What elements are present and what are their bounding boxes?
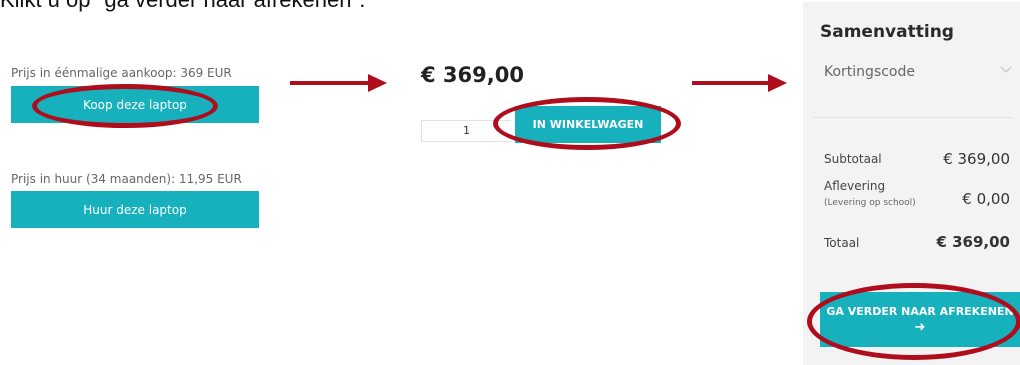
subtotal-label: Subtotaal <box>824 152 882 166</box>
add-to-cart-button[interactable]: IN WINKELWAGEN <box>515 106 661 143</box>
product-price: € 369,00 <box>421 63 524 87</box>
instruction-text: Klikt u op "ga verder naar afrekenen". <box>0 0 365 13</box>
delivery-note: (Levering op school) <box>824 198 916 208</box>
checkout-button[interactable]: GA VERDER NAAR AFREKENEN ➜ <box>820 292 1020 347</box>
delivery-value: € 0,00 <box>962 190 1010 208</box>
quantity-input[interactable]: 1 <box>421 120 511 142</box>
right-arrow-icon <box>290 74 387 92</box>
right-arrow-icon <box>692 74 787 92</box>
order-summary-panel: Samenvatting Kortingscode Subtotaal € 36… <box>803 2 1020 365</box>
purchase-price-label: Prijs in éénmalige aankoop: 369 EUR <box>11 66 232 80</box>
subtotal-value: € 369,00 <box>943 150 1010 168</box>
arrow-right-icon: ➜ <box>914 319 926 335</box>
buy-laptop-button[interactable]: Koop deze laptop <box>11 86 259 123</box>
discount-code-toggle[interactable]: Kortingscode <box>824 64 915 80</box>
chevron-down-icon[interactable] <box>1000 66 1012 74</box>
checkout-button-label: GA VERDER NAAR AFREKENEN <box>826 304 1014 318</box>
delivery-label: Aflevering <box>824 179 886 193</box>
total-label: Totaal <box>824 236 860 250</box>
summary-title: Samenvatting <box>820 22 954 42</box>
rent-laptop-button[interactable]: Huur deze laptop <box>11 191 259 228</box>
total-value: € 369,00 <box>936 233 1010 251</box>
rent-price-label: Prijs in huur (34 maanden): 11,95 EUR <box>11 172 242 186</box>
summary-divider <box>813 117 1013 118</box>
